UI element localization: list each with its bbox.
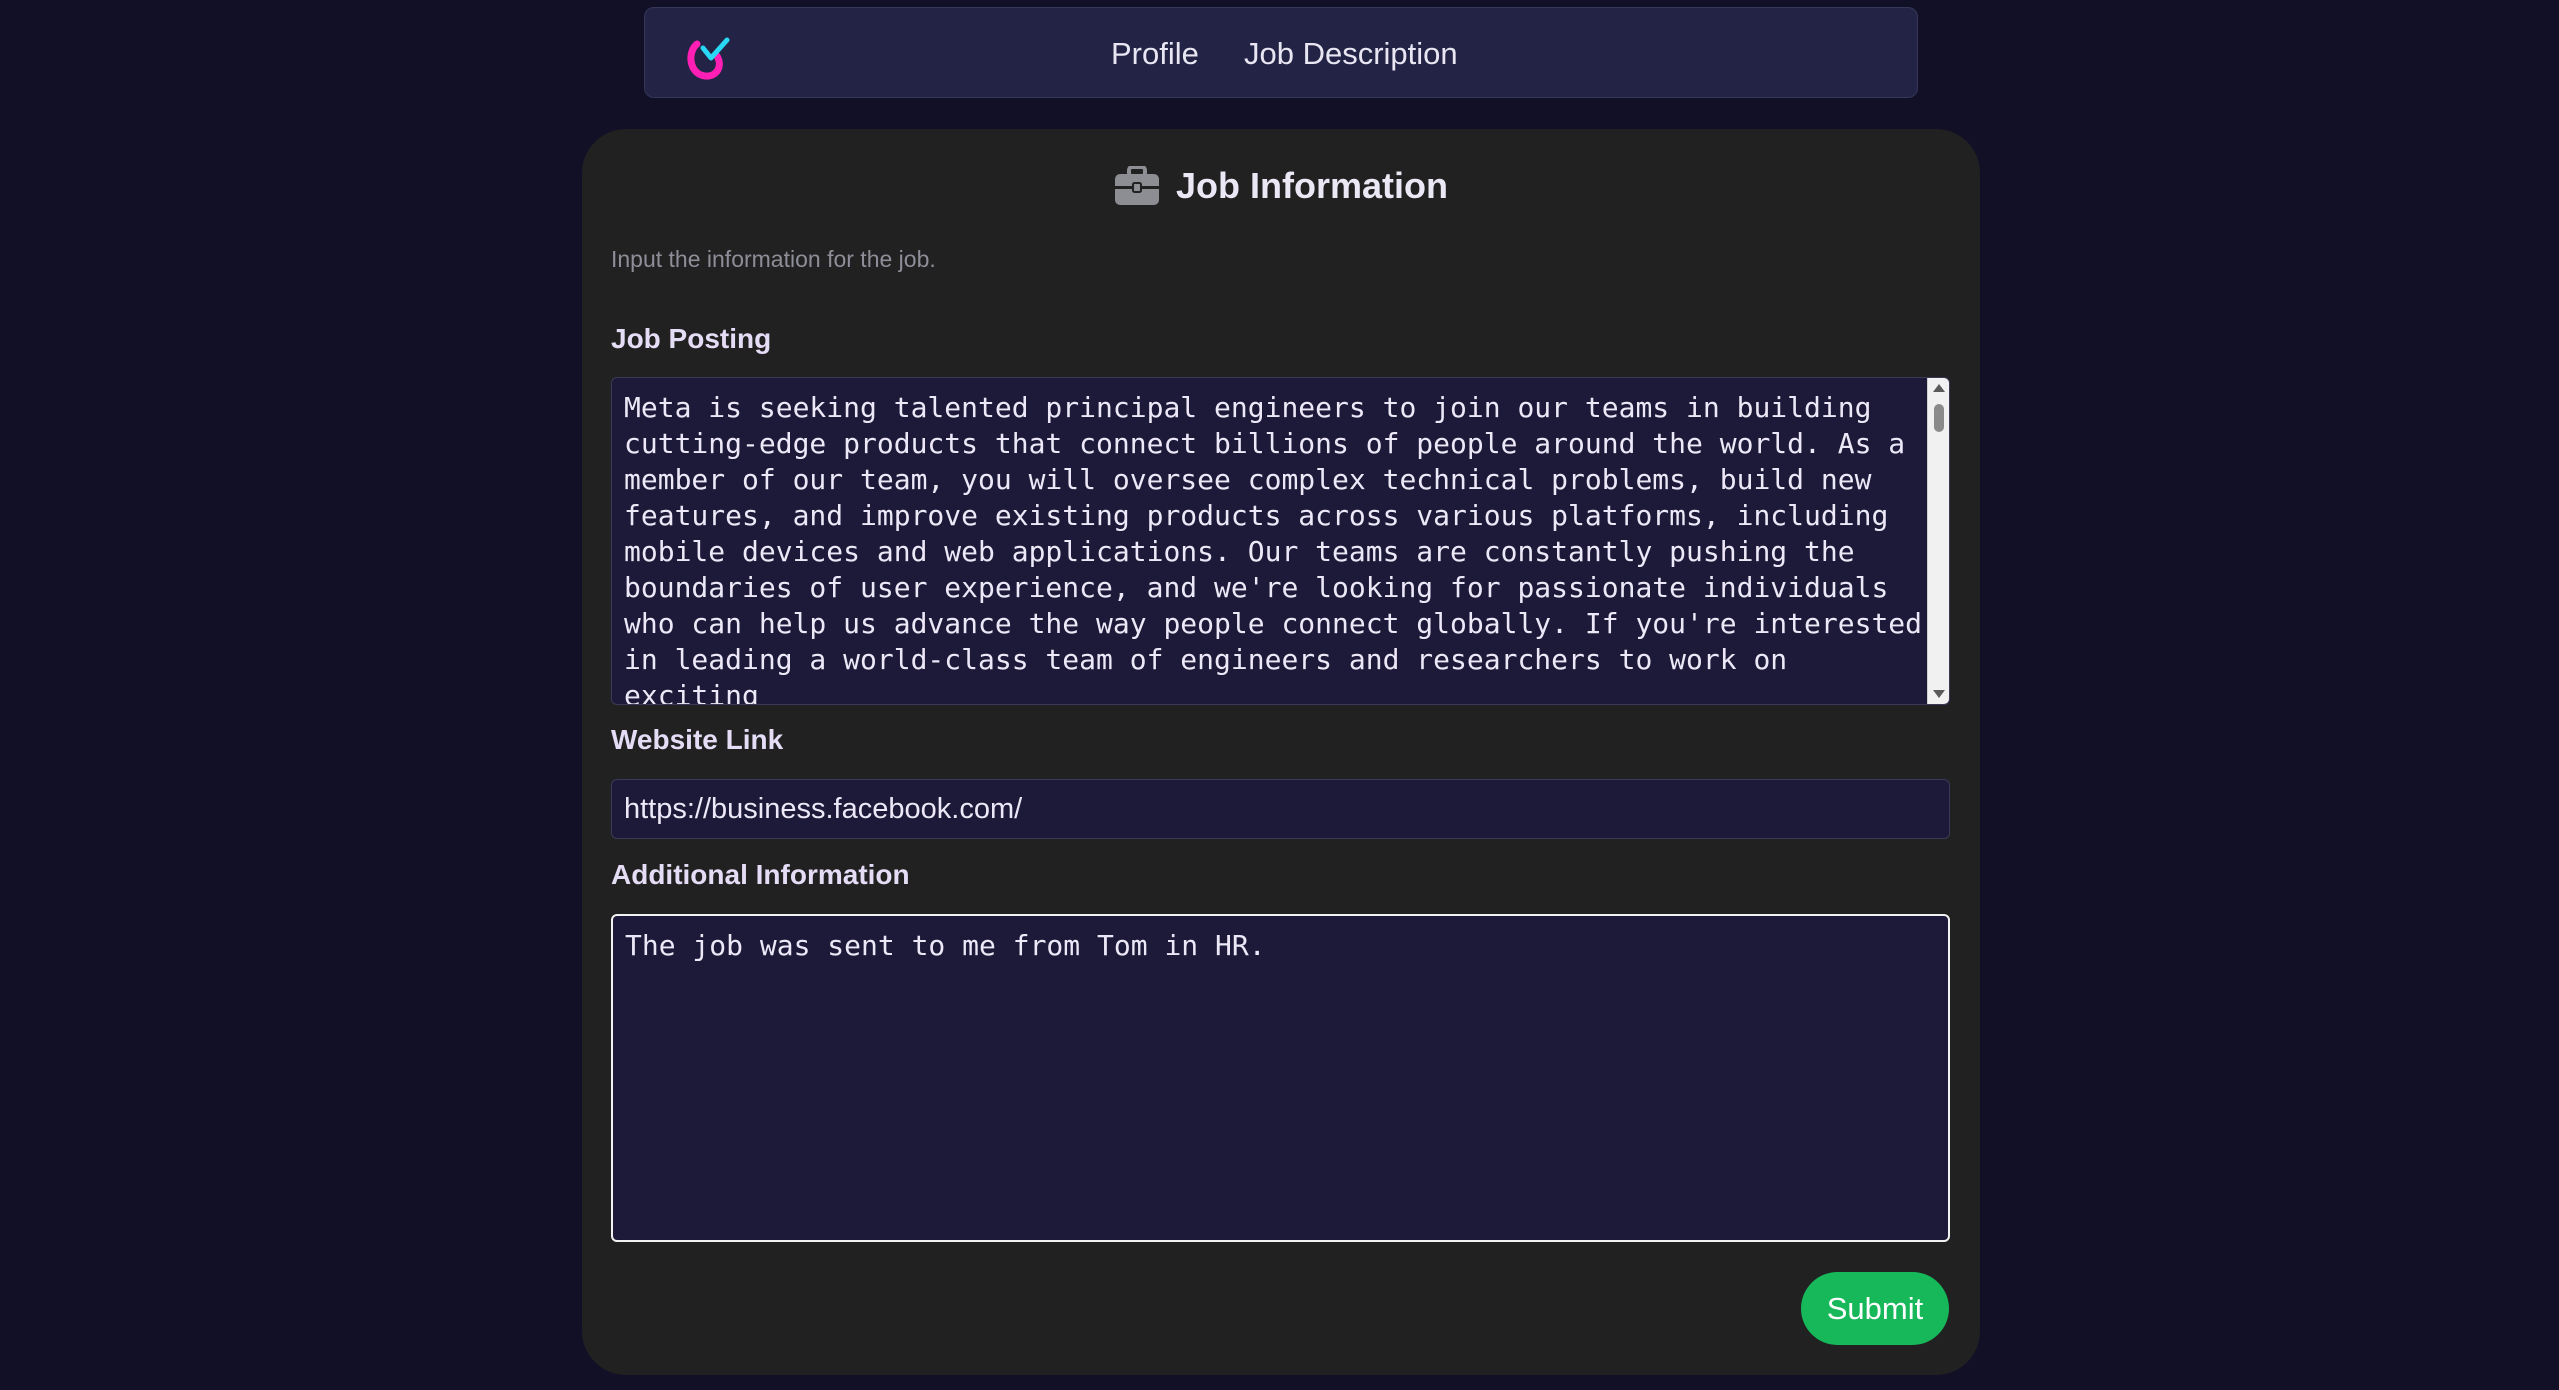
additional-info-textarea[interactable]: The job was sent to me from Tom in HR. — [611, 914, 1950, 1242]
website-link-label: Website Link — [611, 724, 784, 755]
nav-link-job-description[interactable]: Job Description — [1244, 38, 1458, 69]
job-posting-text: Meta is seeking talented principal engin… — [624, 391, 1923, 705]
card-header: Job Information — [582, 151, 1980, 221]
scroll-up-arrow-icon[interactable] — [1933, 384, 1945, 392]
submit-button[interactable]: Submit — [1801, 1272, 1949, 1345]
nav-link-profile[interactable]: Profile — [1111, 38, 1199, 69]
card-subtitle: Input the information for the job. — [611, 246, 936, 272]
job-posting-label: Job Posting — [611, 323, 772, 354]
additional-info-text: The job was sent to me from Tom in HR. — [625, 929, 1266, 962]
website-link-input[interactable] — [611, 779, 1950, 839]
brand-logo-icon[interactable] — [683, 34, 731, 82]
top-navbar: Profile Job Description — [644, 7, 1918, 98]
scroll-thumb[interactable] — [1934, 404, 1944, 432]
additional-info-label: Additional Information — [611, 859, 910, 890]
briefcase-icon — [1115, 166, 1159, 205]
job-posting-scrollbar[interactable] — [1927, 378, 1949, 704]
job-information-card: Job Information Input the information fo… — [582, 129, 1980, 1375]
scroll-down-arrow-icon[interactable] — [1933, 690, 1945, 698]
page-title: Job Information — [1176, 165, 1448, 206]
app-root: Profile Job Description Job Information … — [0, 0, 2559, 1390]
job-posting-textarea[interactable]: Meta is seeking talented principal engin… — [611, 377, 1950, 705]
